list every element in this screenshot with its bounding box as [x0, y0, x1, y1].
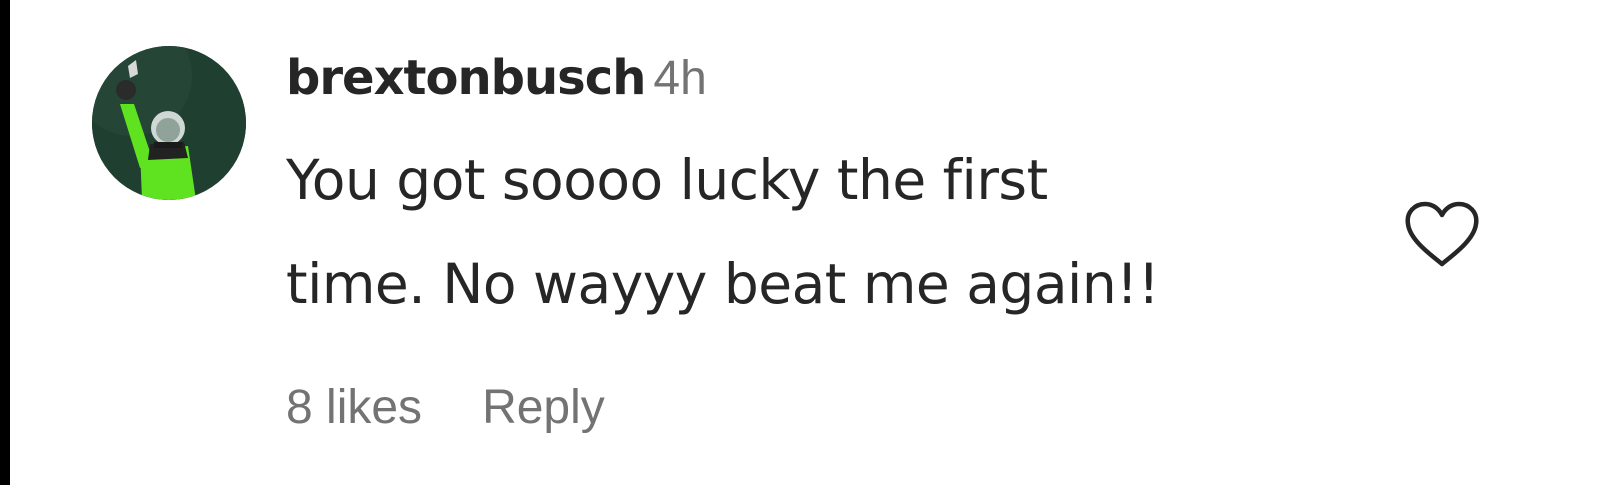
likes-count[interactable]: 8 likes — [286, 381, 422, 434]
timestamp: 4h — [653, 52, 707, 105]
comment-text: You got soooo lucky the first time. No w… — [286, 148, 1366, 336]
heart-outline-icon — [1405, 201, 1479, 267]
comment-text-line: You got soooo lucky the first — [286, 148, 1048, 212]
username[interactable]: brextonbusch — [286, 50, 646, 106]
comment: brextonbusch 4h You got soooo lucky the f… — [0, 0, 1600, 485]
comment-text-line: time. No wayyy beat me again!! — [286, 252, 1160, 316]
avatar[interactable] — [92, 46, 246, 200]
reply-button[interactable]: Reply — [482, 381, 605, 434]
like-button[interactable] — [1404, 200, 1480, 270]
comment-footer: 8 likes Reply — [286, 384, 605, 432]
comment-header: brextonbusch 4h — [286, 54, 707, 103]
avatar-image — [92, 46, 246, 200]
